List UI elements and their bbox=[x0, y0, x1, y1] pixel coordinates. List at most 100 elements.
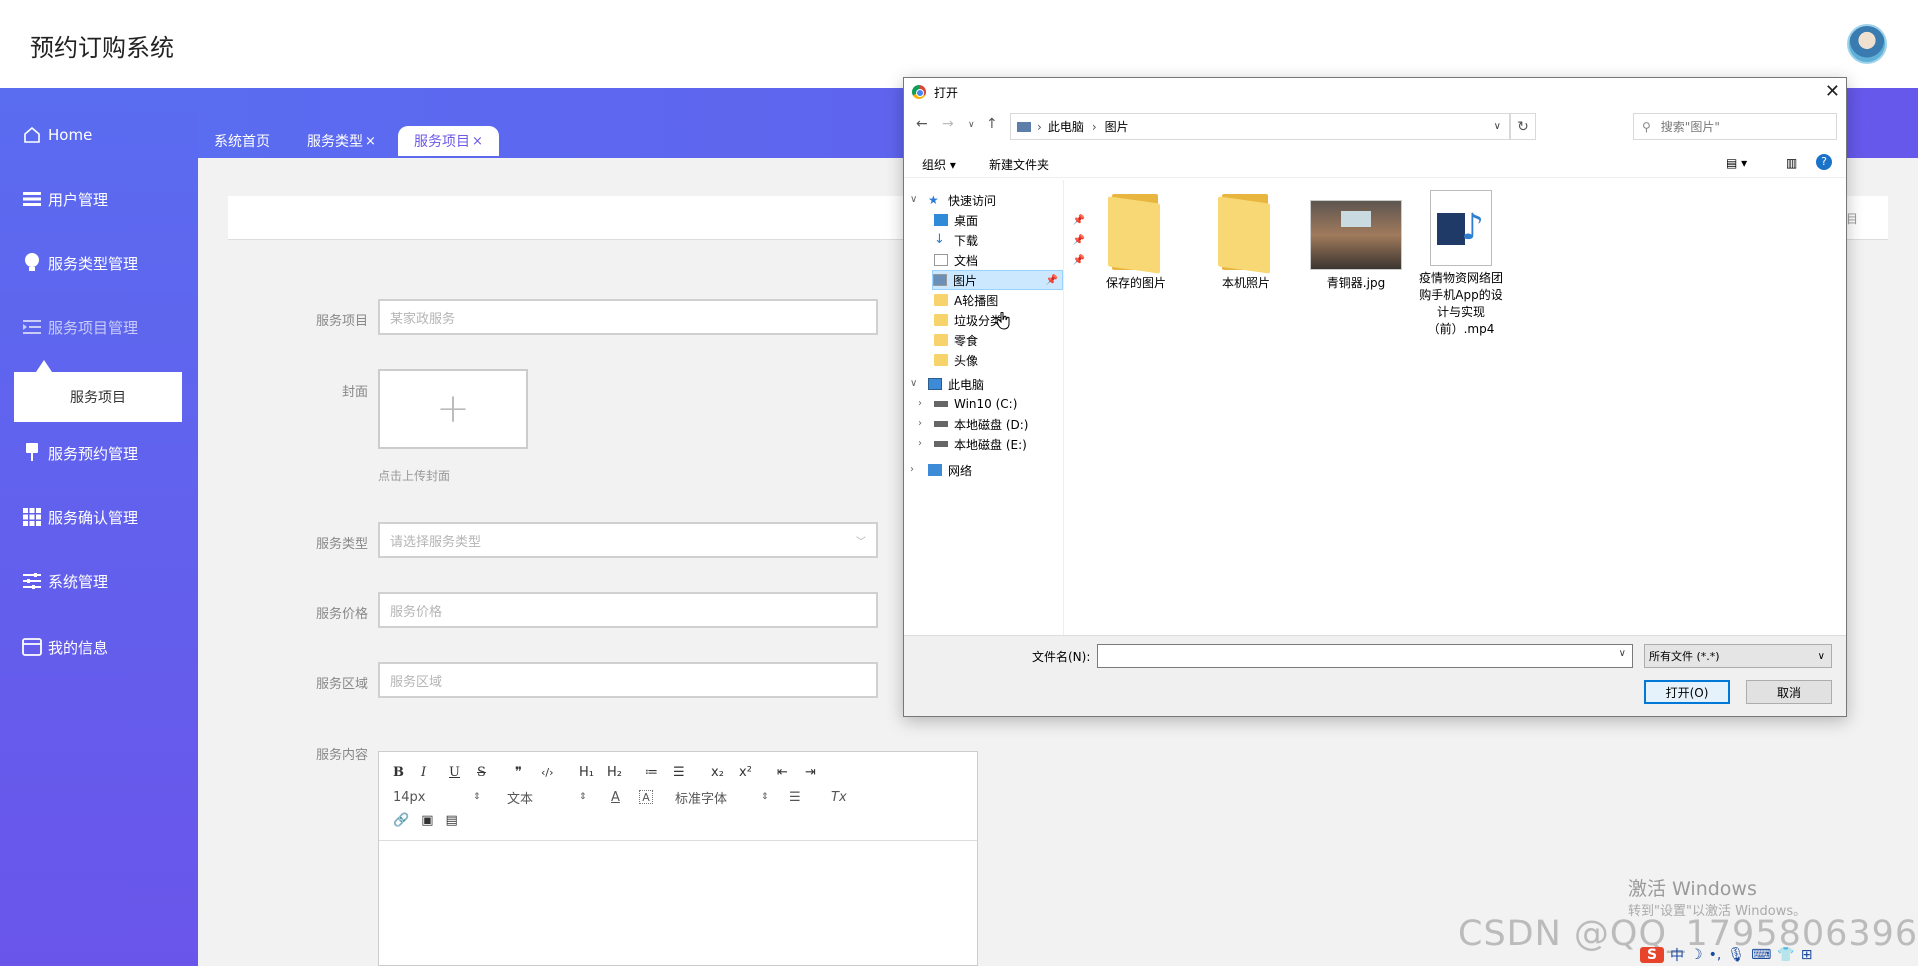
ime-mode[interactable]: 中 bbox=[1670, 945, 1684, 965]
tree-this-pc[interactable]: 此电脑 bbox=[928, 374, 1083, 394]
expand-icon[interactable]: ∨ bbox=[910, 194, 917, 205]
link-icon[interactable]: 🔗 bbox=[393, 813, 409, 828]
sidebar-item-profile[interactable]: 我的信息 bbox=[22, 634, 108, 660]
forward-icon[interactable]: → bbox=[942, 116, 954, 132]
close-icon[interactable]: ✕ bbox=[1825, 81, 1840, 102]
new-folder-button[interactable]: 新建文件夹 bbox=[989, 156, 1049, 173]
sidebar-item-service-project[interactable]: 服务项目管理 bbox=[22, 314, 138, 340]
service-item-label: 服务项目 bbox=[315, 314, 368, 329]
service-item-input[interactable]: 某家政服务 bbox=[378, 299, 878, 335]
font-color-icon[interactable]: A bbox=[611, 790, 639, 805]
service-type-select[interactable]: 请选择服务类型 ﹀ bbox=[378, 522, 878, 558]
mic-icon[interactable]: 🎙 bbox=[1727, 947, 1745, 963]
subscript-button[interactable]: x₂ bbox=[711, 765, 739, 780]
bulb-icon bbox=[22, 253, 42, 273]
font-family-select[interactable]: 标准字体 bbox=[675, 788, 761, 807]
breadcrumb-pc[interactable]: 此电脑 bbox=[1048, 118, 1084, 135]
file-name: 疫情物资网络团购手机App的设计与实现（前）.mp4 bbox=[1418, 271, 1503, 336]
collapse-icon[interactable]: › bbox=[910, 464, 914, 475]
bullet-list-button[interactable]: ☰ bbox=[673, 765, 711, 780]
up-icon[interactable]: ↑ bbox=[986, 116, 998, 132]
skin-icon[interactable]: 👕 bbox=[1777, 947, 1794, 963]
filename-input[interactable]: ∨ bbox=[1097, 644, 1633, 668]
italic-button[interactable]: I bbox=[421, 765, 449, 780]
superscript-button[interactable]: x² bbox=[739, 765, 777, 780]
help-icon[interactable]: ? bbox=[1816, 154, 1832, 170]
sidebar-subitem-project[interactable]: 服务项目 bbox=[14, 372, 182, 422]
file-item[interactable]: 疫情物资网络团购手机App的设计与实现（前）.mp4 bbox=[1416, 190, 1506, 338]
tab-service-type[interactable]: 服务类型 × bbox=[307, 126, 376, 156]
view-icon[interactable]: ▤ ▾ bbox=[1726, 156, 1747, 170]
file-item[interactable]: 本机照片 bbox=[1196, 194, 1296, 291]
keyboard-icon[interactable]: ⌨ bbox=[1751, 947, 1771, 963]
refresh-icon[interactable]: ↻ bbox=[1510, 113, 1536, 140]
address-bar[interactable]: › 此电脑 › 图片 ∨ bbox=[1010, 113, 1510, 140]
rich-text-editor[interactable]: B I U S ❞ ‹/› H₁ H₂ ≔ ☰ x₂ x² ⇤ ⇥ 14px ⇕… bbox=[378, 751, 978, 966]
collapse-icon[interactable]: › bbox=[918, 438, 922, 449]
align-icon[interactable]: ☰ bbox=[789, 790, 831, 805]
bold-button[interactable]: B bbox=[393, 765, 421, 780]
ordered-list-button[interactable]: ≔ bbox=[645, 765, 673, 780]
tab-service-project[interactable]: 服务项目 × bbox=[398, 126, 499, 156]
sidebar-item-booking[interactable]: 服务预约管理 bbox=[22, 440, 138, 466]
tab-home[interactable]: 系统首页 bbox=[214, 126, 270, 156]
sidebar-item-confirm[interactable]: 服务确认管理 bbox=[22, 504, 138, 530]
sidebar-item-home[interactable]: Home bbox=[22, 122, 92, 148]
search-input[interactable]: ⚲ 搜索"图片" bbox=[1633, 113, 1837, 140]
video-icon[interactable]: ▤ bbox=[445, 813, 457, 828]
image-icon[interactable]: ▣ bbox=[421, 813, 433, 828]
tree-pictures[interactable]: 图片 📌 bbox=[932, 270, 1063, 290]
underline-button[interactable]: U bbox=[449, 765, 477, 780]
open-button[interactable]: 打开(O) bbox=[1644, 680, 1730, 704]
filetype-select[interactable]: 所有文件 (*.*) ∨ bbox=[1644, 644, 1832, 668]
menu-grid-icon[interactable]: ⊞ bbox=[1801, 947, 1813, 963]
tree-quick-access[interactable]: ★ 快速访问 bbox=[928, 190, 1083, 210]
cover-upload[interactable]: + bbox=[378, 369, 528, 449]
h1-button[interactable]: H₁ bbox=[579, 765, 607, 780]
recent-dropdown-icon[interactable]: ∨ bbox=[968, 120, 975, 130]
clear-format-icon[interactable]: Tx bbox=[831, 790, 847, 805]
folder-icon bbox=[934, 294, 948, 306]
expand-icon[interactable]: ∨ bbox=[910, 378, 917, 389]
text-type-select[interactable]: 文本 bbox=[507, 788, 579, 807]
close-icon[interactable]: × bbox=[365, 134, 376, 149]
strike-button[interactable]: S bbox=[477, 765, 515, 780]
moon-icon[interactable]: ☽ bbox=[1690, 947, 1703, 963]
cancel-button[interactable]: 取消 bbox=[1746, 680, 1832, 704]
punct-icon[interactable]: •, bbox=[1709, 947, 1722, 963]
pin-icon[interactable]: 📌 bbox=[1046, 275, 1058, 286]
sidebar: Home 用户管理 服务类型管理 服务项目管理 服务预约管理 服务确认管理 系统… bbox=[0, 88, 198, 966]
breadcrumb-pictures[interactable]: 图片 bbox=[1105, 118, 1129, 135]
tree-label: Win10 (C:) bbox=[954, 397, 1018, 411]
h2-button[interactable]: H₂ bbox=[607, 765, 645, 780]
editor-toolbar-row2: 14px ⇕ 文本 ⇕ A A 标准字体 ⇕ ☰ Tx bbox=[393, 787, 847, 807]
indent-button[interactable]: ⇥ bbox=[805, 765, 833, 780]
sidebar-item-system[interactable]: 系统管理 bbox=[22, 568, 108, 594]
chevron-down-icon[interactable]: ∨ bbox=[1619, 648, 1626, 659]
sidebar-item-service-type[interactable]: 服务类型管理 bbox=[22, 250, 138, 276]
service-price-input[interactable]: 服务价格 bbox=[378, 592, 878, 628]
ime-s-icon[interactable]: S bbox=[1640, 947, 1664, 963]
quote-button[interactable]: ❞ bbox=[515, 765, 541, 780]
preview-pane-icon[interactable]: ▥ bbox=[1786, 156, 1797, 170]
organize-button[interactable]: 组织 ▾ bbox=[922, 156, 956, 173]
chevron-down-icon[interactable]: ∨ bbox=[1494, 121, 1501, 132]
font-size-select[interactable]: 14px bbox=[393, 790, 473, 805]
close-icon[interactable]: × bbox=[472, 134, 483, 149]
card-icon bbox=[22, 637, 42, 657]
file-item[interactable]: 保存的图片 bbox=[1086, 194, 1186, 291]
service-area-input[interactable]: 服务区域 bbox=[378, 662, 878, 698]
bg-color-icon[interactable]: A bbox=[639, 790, 653, 804]
sidebar-item-users[interactable]: 用户管理 bbox=[22, 186, 108, 212]
avatar[interactable] bbox=[1847, 24, 1887, 64]
collapse-icon[interactable]: › bbox=[918, 398, 922, 409]
code-button[interactable]: ‹/› bbox=[541, 766, 579, 779]
tree-network[interactable]: 网络 bbox=[928, 460, 1083, 480]
collapse-icon[interactable]: › bbox=[918, 418, 922, 429]
service-type-label: 服务类型 bbox=[315, 537, 368, 552]
file-item[interactable]: 青铜器.jpg bbox=[1306, 194, 1406, 291]
back-icon[interactable]: ← bbox=[916, 116, 928, 132]
outdent-button[interactable]: ⇤ bbox=[777, 765, 805, 780]
plus-icon: + bbox=[436, 386, 470, 432]
tab-label: 服务项目 bbox=[414, 134, 470, 150]
